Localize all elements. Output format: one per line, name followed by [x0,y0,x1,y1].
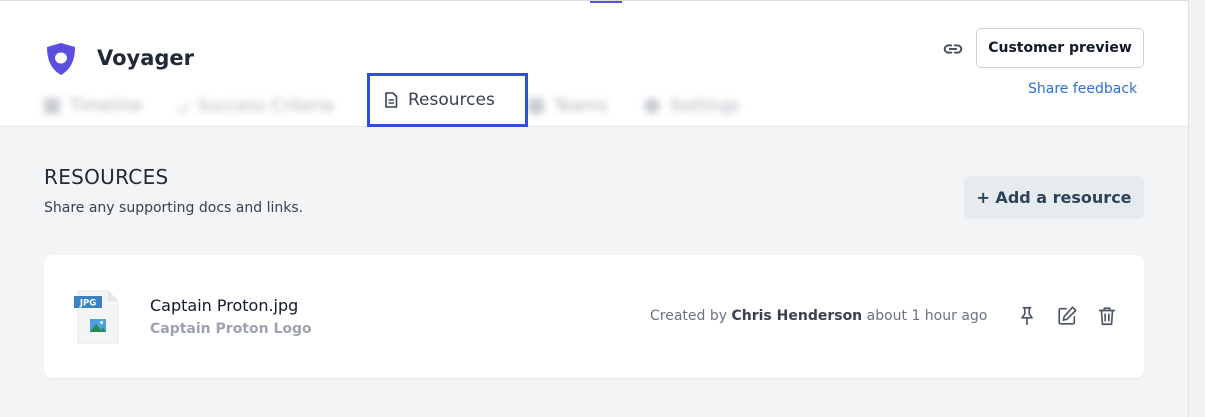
tab-label: Resources [408,90,495,110]
add-resource-button[interactable]: + Add a resource [964,176,1144,219]
file-type-badge: JPG [79,299,96,309]
resource-description: Captain Proton Logo [150,321,312,337]
section-subtitle: Share any supporting docs and links. [44,200,304,216]
app-title: Voyager [97,46,195,70]
created-prefix: Created by [650,308,728,324]
pin-icon[interactable] [1016,305,1038,327]
timeline-icon [44,98,60,114]
tab-teams[interactable]: Teams [528,91,608,121]
top-accent-bar [590,1,622,3]
jpg-file-icon[interactable]: JPG [74,289,120,345]
author-name: Chris Henderson [731,308,863,324]
document-icon [385,92,398,108]
tab-success-criteria[interactable]: Success Criteria [176,91,334,121]
tab-label: Teams [554,96,608,116]
trash-icon[interactable] [1096,305,1118,327]
link-icon[interactable] [942,38,964,60]
tab-resources[interactable]: Resources [367,73,528,127]
share-feedback-link[interactable]: Share feedback [1028,81,1137,97]
teams-icon [528,98,544,114]
gear-icon [644,98,660,114]
created-time: about 1 hour ago [866,308,988,324]
section-title: RESOURCES [44,165,169,189]
app-header: Voyager Timeline Success Criteria Teams … [0,0,1188,127]
customer-preview-button[interactable]: Customer preview [976,28,1144,68]
resource-file-name[interactable]: Captain Proton.jpg [150,296,298,315]
edit-icon[interactable] [1056,305,1078,327]
created-by-text: Created by Chris Henderson about 1 hour … [650,308,987,324]
resource-card: JPG Captain Proton.jpg Captain Proton Lo… [44,255,1144,378]
tab-settings[interactable]: Settings [644,91,740,121]
shield-logo-icon [47,43,75,75]
tab-timeline[interactable]: Timeline [44,91,142,121]
tab-label: Success Criteria [197,96,334,116]
tab-label: Settings [670,96,740,116]
tab-label: Timeline [70,96,143,116]
check-icon [176,98,191,114]
scrollbar[interactable] [1188,0,1205,417]
